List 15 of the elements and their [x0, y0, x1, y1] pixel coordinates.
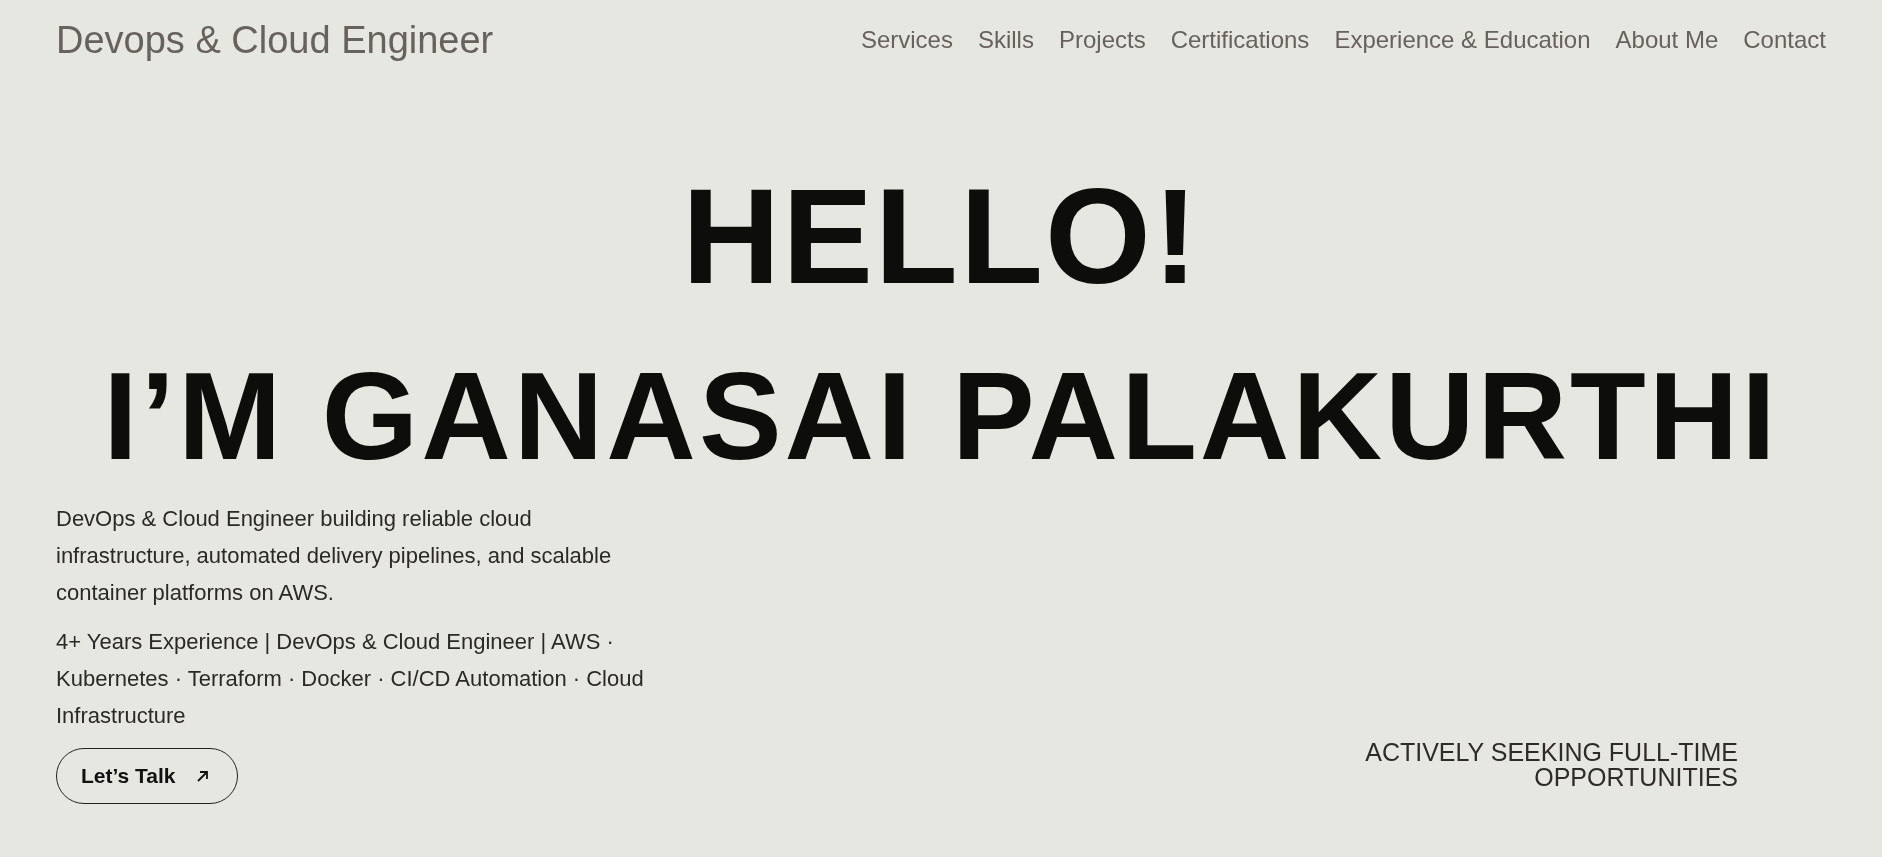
arrow-icon [195, 769, 209, 783]
name-heading: I’M GANASAI PALAKURTHI [103, 354, 1779, 478]
summary-text: 4+ Years Experience | DevOps & Cloud Engineer | AWS · Kubernetes · Terraform · Docker · CI/CD Automation · Cloud Infrastructure [56, 628, 645, 730]
status-text: OPPORTUNITIES [1534, 765, 1738, 790]
nav-link[interactable]: Services [860, 26, 953, 54]
nav-link[interactable]: Skills [977, 26, 1034, 54]
intro-text: DevOps & Cloud Engineer building reliable cloud infrastructure, automated delivery pipelines, and scalable container platforms on AWS. [56, 505, 613, 607]
nav-link[interactable]: Experience & Education [1334, 26, 1591, 54]
nav-link[interactable]: Projects [1058, 26, 1146, 54]
nav-link[interactable]: Contact [1743, 26, 1826, 54]
status-text: ACTIVELY SEEKING FULL-TIME [1365, 740, 1738, 765]
nav-link[interactable]: Certifications [1170, 26, 1310, 54]
greeting-heading: HELLO! [681, 168, 1201, 304]
nav-link[interactable]: About Me [1615, 26, 1719, 54]
site-title[interactable]: Devops & Cloud Engineer [56, 18, 494, 62]
